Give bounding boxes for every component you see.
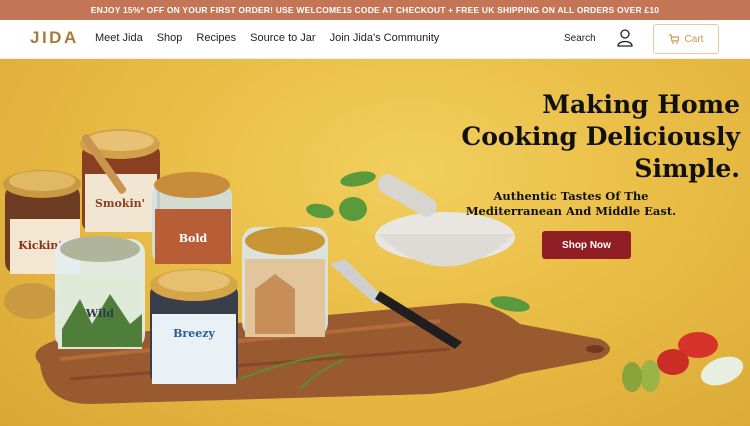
nav-recipes[interactable]: Recipes <box>196 32 236 44</box>
main-nav: Meet Jida Shop Recipes Source to Jar Joi… <box>95 32 453 44</box>
hero-title-line1: Making Home <box>542 90 740 119</box>
nav-shop[interactable]: Shop <box>157 32 183 44</box>
nav-meet-jida[interactable]: Meet Jida <box>95 32 143 44</box>
nav-source-to-jar[interactable]: Source to Jar <box>250 32 315 44</box>
cart-icon <box>668 34 679 44</box>
hero-subtitle-line1: Authentic Tastes Of The <box>493 189 649 203</box>
hero-title: Making Home Cooking Deliciously Simple. <box>430 89 740 185</box>
hero-title-line2: Cooking Deliciously <box>461 122 740 151</box>
jar-label-breezy: Breezy <box>173 327 215 340</box>
jar-wild: Wild <box>55 236 145 349</box>
nav-community[interactable]: Join Jida's Community <box>330 32 440 44</box>
jida-logo[interactable]: JIDA <box>30 28 79 48</box>
search-link[interactable]: Search <box>564 33 596 44</box>
jar-breezy: Breezy <box>150 269 238 384</box>
shop-now-button[interactable]: Shop Now <box>542 231 631 259</box>
account-icon[interactable] <box>617 29 633 47</box>
tomatoes-icon <box>622 332 744 392</box>
site-header: JIDA Meet Jida Shop Recipes Source to Ja… <box>0 20 750 61</box>
hero-section: Kickin' Smokin' Bold Wild Breezy Making … <box>0 59 750 426</box>
jar-city <box>242 227 328 337</box>
jar-label-bold: Bold <box>179 232 208 245</box>
cart-label: Cart <box>684 33 704 45</box>
promo-banner: ENJOY 15%* OFF ON YOUR FIRST ORDER! USE … <box>0 0 750 20</box>
jar-label-wild: Wild <box>85 307 115 320</box>
cart-button[interactable]: Cart <box>653 24 719 54</box>
hero-title-line3: Simple. <box>634 154 740 183</box>
hero-subtitle-line2: Mediterranean And Middle East. <box>465 204 677 218</box>
jar-bold: Bold <box>152 172 232 264</box>
jar-label-smokin: Smokin' <box>95 197 145 210</box>
hero-subtitle: Authentic Tastes Of The Mediterranean An… <box>460 189 682 219</box>
jar-label-kickin: Kickin' <box>18 239 62 252</box>
